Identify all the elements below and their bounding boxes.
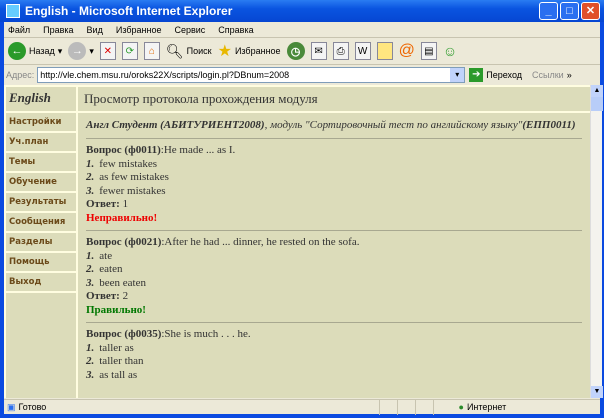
option: 2. taller than bbox=[86, 355, 144, 367]
links-button[interactable]: Ссылки bbox=[532, 70, 564, 80]
question-label: Вопрос (ф0011) bbox=[86, 144, 161, 156]
search-label: Поиск bbox=[186, 46, 212, 56]
toolbar: ← Назад ▾ → ▾ ✕ ⟳ ⌂ 🔍︎ Поиск ★ Избранное ◷ … bbox=[4, 38, 600, 65]
refresh-icon[interactable]: ⟳ bbox=[121, 42, 138, 60]
question-block: Вопрос (ф0011):He made ... as I. 1. few m… bbox=[86, 144, 582, 225]
divider bbox=[86, 138, 582, 139]
scroll-down-icon[interactable]: ▼ bbox=[591, 386, 603, 398]
address-bar: Адрес: http://vle.chem.msu.ru/oroks22X/s… bbox=[4, 65, 600, 85]
nav-plan[interactable]: Уч.план bbox=[6, 133, 76, 151]
menu-bar: Файл Правка Вид Избранное Сервис Справка bbox=[4, 22, 600, 38]
messenger-icon[interactable]: ☺ bbox=[443, 43, 457, 59]
note-icon[interactable] bbox=[376, 42, 393, 60]
option: 1. ate bbox=[86, 249, 113, 262]
favorites-button[interactable]: ★ Избранное bbox=[218, 41, 281, 61]
nav-sections[interactable]: Разделы bbox=[6, 233, 76, 251]
option: 3. fewer mistakes bbox=[86, 184, 166, 197]
vertical-scrollbar[interactable]: ▲ ▼ bbox=[590, 85, 603, 398]
question-label: Вопрос (ф0021) bbox=[86, 236, 162, 248]
module-name: , модуль "Сортировочный тест по английск… bbox=[264, 119, 523, 131]
main-panel: Просмотр протокола прохождения модуля Ан… bbox=[78, 87, 590, 398]
question-text: :He made ... as I. bbox=[160, 144, 236, 156]
history-icon[interactable]: ◷ bbox=[286, 42, 305, 60]
protocol-body: Англ Студент (АБИТУРИЕНТ2008), модуль "С… bbox=[78, 113, 590, 398]
status-bar: ▣ Готово ● Интернет bbox=[4, 399, 600, 415]
scroll-up-icon[interactable]: ▲ bbox=[591, 85, 603, 97]
menu-favorites[interactable]: Избранное bbox=[116, 25, 162, 35]
nav-learning[interactable]: Обучение bbox=[6, 173, 76, 191]
nav-exit[interactable]: Выход bbox=[6, 273, 76, 291]
question-text: :She is much . . . he. bbox=[161, 328, 251, 340]
address-input[interactable]: http://vle.chem.msu.ru/oroks22X/scripts/… bbox=[37, 67, 466, 83]
back-label: Назад bbox=[29, 46, 55, 56]
answer: Ответ: 2 bbox=[86, 290, 129, 302]
stop-icon[interactable]: ✕ bbox=[99, 42, 116, 60]
nav-results[interactable]: Результаты bbox=[6, 193, 76, 211]
option: 3. been eaten bbox=[86, 276, 146, 289]
minimize-button[interactable]: _ bbox=[539, 2, 558, 20]
go-label: Переход bbox=[486, 70, 523, 80]
forward-arrow-icon: → bbox=[68, 42, 87, 60]
question-text: :After he had ... dinner, he rested on t… bbox=[161, 236, 360, 248]
result-correct: Правильно! bbox=[86, 303, 146, 316]
window-title: English - Microsoft Internet Explorer bbox=[25, 4, 233, 18]
nav-help[interactable]: Помощь bbox=[6, 253, 76, 271]
module-code: (ЕПП0011) bbox=[522, 119, 576, 131]
title-bar: English - Microsoft Internet Explorer _ … bbox=[0, 0, 604, 22]
zone-text: Интернет bbox=[466, 402, 507, 412]
nav-messages[interactable]: Сообщения bbox=[6, 213, 76, 231]
go-button[interactable]: ➔ Переход bbox=[469, 68, 522, 82]
nav-settings[interactable]: Настройки bbox=[6, 113, 76, 131]
scroll-thumb[interactable] bbox=[591, 97, 603, 111]
forward-button[interactable]: → ▾ bbox=[68, 42, 94, 60]
option: 2. eaten bbox=[86, 263, 123, 275]
back-button[interactable]: ← Назад ▾ bbox=[8, 42, 62, 60]
status-text: Готово bbox=[18, 402, 47, 412]
chevron-down-icon[interactable]: ▾ bbox=[450, 68, 465, 82]
side-nav: English Настройки Уч.план Темы Обучение … bbox=[6, 87, 76, 398]
question-block: Вопрос (ф0035):She is much . . . he. 1. t… bbox=[86, 328, 582, 382]
student-info: Англ Студент (АБИТУРИЕНТ2008), модуль "С… bbox=[86, 118, 582, 133]
menu-tools[interactable]: Сервис bbox=[174, 25, 205, 35]
option: 1. few mistakes bbox=[86, 157, 157, 170]
edit-word-icon[interactable]: W bbox=[354, 42, 371, 60]
at-icon[interactable]: @ bbox=[399, 42, 415, 60]
research-icon[interactable]: ▤ bbox=[420, 42, 437, 60]
address-url: http://vle.chem.msu.ru/oroks22X/scripts/… bbox=[40, 70, 290, 80]
close-button[interactable]: ✕ bbox=[581, 2, 600, 20]
search-icon: 🔍︎ bbox=[165, 42, 184, 59]
menu-view[interactable]: Вид bbox=[87, 25, 103, 35]
back-arrow-icon: ← bbox=[8, 42, 26, 60]
menu-edit[interactable]: Правка bbox=[43, 25, 73, 35]
option: 2. as few mistakes bbox=[86, 171, 169, 183]
option: 3. as tall as bbox=[86, 368, 138, 381]
home-icon[interactable]: ⌂ bbox=[143, 42, 160, 60]
address-label: Адрес: bbox=[6, 70, 35, 80]
star-icon: ★ bbox=[217, 43, 232, 60]
nav-filler bbox=[6, 293, 76, 398]
globe-icon: ● bbox=[458, 402, 464, 412]
favorites-label: Избранное bbox=[234, 46, 281, 56]
mail-icon[interactable]: ✉ bbox=[310, 42, 327, 60]
option: 1. taller as bbox=[86, 341, 134, 354]
result-incorrect: Неправильно! bbox=[86, 211, 158, 224]
page-content: English Настройки Уч.план Темы Обучение … bbox=[4, 85, 590, 398]
ie-icon bbox=[6, 4, 20, 18]
menu-file[interactable]: Файл bbox=[8, 25, 30, 35]
print-icon[interactable]: ⎙ bbox=[332, 42, 349, 60]
menu-help[interactable]: Справка bbox=[218, 25, 253, 35]
course-title: English bbox=[6, 87, 76, 111]
page-title: Просмотр протокола прохождения модуля bbox=[78, 87, 590, 111]
question-label: Вопрос (ф0035) bbox=[86, 328, 162, 340]
student-name: Англ Студент (АБИТУРИЕНТ2008) bbox=[86, 119, 265, 131]
divider bbox=[86, 230, 582, 231]
divider bbox=[86, 322, 582, 323]
answer: Ответ: 1 bbox=[86, 198, 129, 210]
go-arrow-icon: ➔ bbox=[469, 68, 484, 82]
search-button[interactable]: 🔍︎ Поиск bbox=[166, 43, 212, 60]
maximize-button[interactable]: □ bbox=[560, 2, 579, 20]
question-block: Вопрос (ф0021):After he had ... dinner, … bbox=[86, 236, 582, 317]
page-icon: ▣ bbox=[7, 401, 16, 412]
nav-topics[interactable]: Темы bbox=[6, 153, 76, 171]
